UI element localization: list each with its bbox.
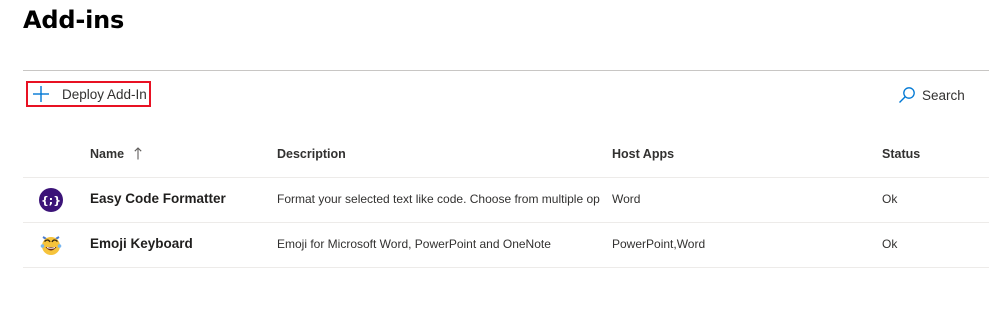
sort-ascending-icon (133, 147, 142, 160)
plus-icon (33, 86, 49, 102)
table-row[interactable]: Emoji Keyboard Emoji for Microsoft Word,… (23, 223, 989, 268)
row-description: Format your selected text like code. Cho… (277, 192, 600, 206)
header-divider (23, 70, 989, 71)
row-description: Emoji for Microsoft Word, PowerPoint and… (277, 237, 551, 251)
row-host-apps: PowerPoint,Word (612, 237, 706, 251)
add-ins-table: Name Description Host Apps Status {;} Ea… (23, 131, 989, 268)
search-label: Search (922, 87, 965, 103)
column-header-host-apps[interactable]: Host Apps (612, 147, 862, 161)
emoji-face-icon (40, 236, 62, 255)
row-status: Ok (882, 192, 898, 206)
table-header: Name Description Host Apps Status (23, 131, 989, 178)
deploy-add-in-label: Deploy Add-In (62, 86, 147, 102)
svg-text:{;}: {;} (41, 194, 61, 207)
curly-braces-icon: {;} (39, 188, 63, 212)
column-header-name[interactable]: Name (90, 147, 270, 161)
column-header-name-label: Name (90, 147, 125, 161)
column-header-description[interactable]: Description (277, 147, 601, 161)
row-host-apps: Word (612, 192, 641, 206)
column-header-status[interactable]: Status (882, 147, 982, 161)
row-name: Easy Code Formatter (90, 191, 226, 206)
search-button[interactable]: Search (898, 85, 965, 105)
page-title: Add-ins (23, 6, 125, 34)
table-row[interactable]: {;} Easy Code Formatter Format your sele… (23, 178, 989, 223)
search-icon (899, 87, 915, 103)
deploy-add-in-button[interactable]: Deploy Add-In (26, 81, 151, 107)
row-status: Ok (882, 237, 898, 251)
row-name: Emoji Keyboard (90, 236, 193, 251)
